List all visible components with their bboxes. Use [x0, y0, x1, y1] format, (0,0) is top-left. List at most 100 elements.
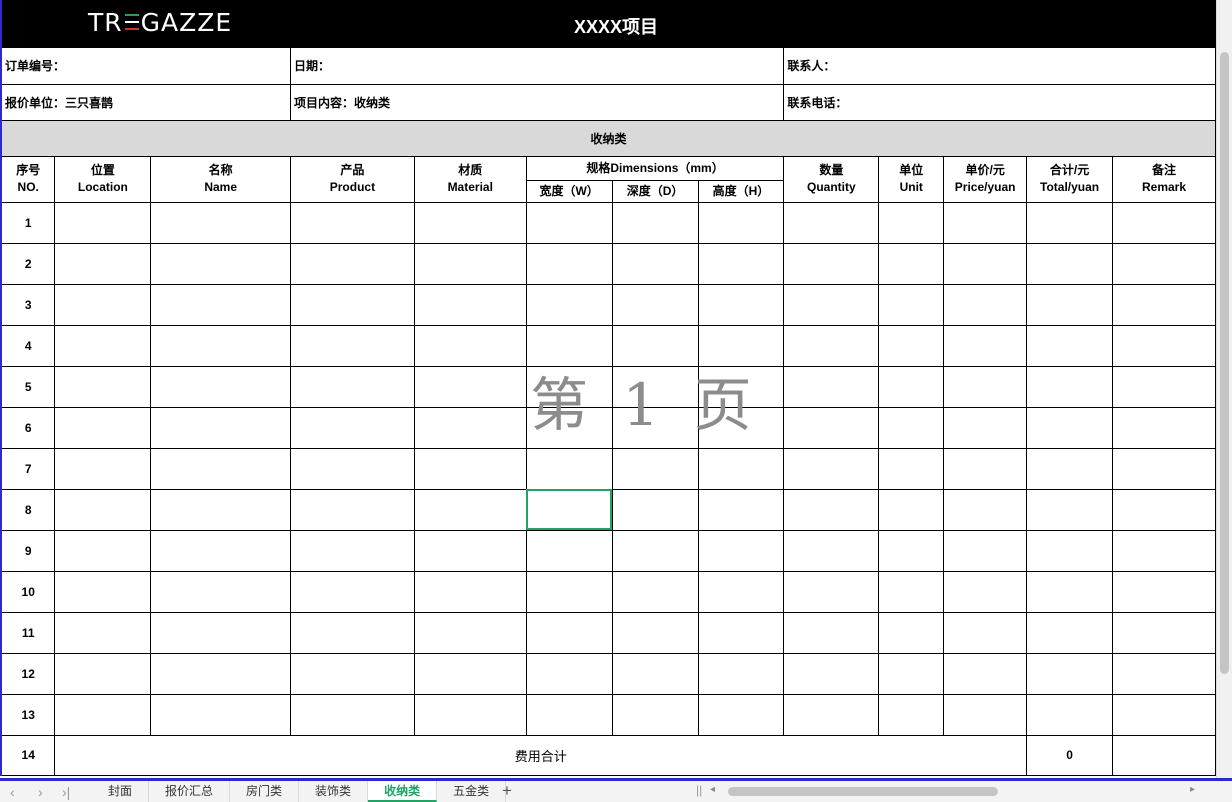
data-cell[interactable]	[611, 447, 699, 490]
vertical-scrollbar[interactable]	[1216, 0, 1232, 778]
data-cell[interactable]	[525, 652, 613, 695]
table-body[interactable]: 1 2 3 4 5 6 7 8 9 10 11 12 13	[0, 201, 1216, 736]
data-cell[interactable]	[697, 201, 785, 244]
date-cell[interactable]: 日期：	[290, 48, 785, 85]
order-no-cell[interactable]: 订单编号：	[0, 48, 292, 85]
data-cell[interactable]	[413, 529, 527, 572]
data-cell[interactable]	[783, 365, 880, 408]
data-cell[interactable]	[54, 488, 152, 531]
data-cell[interactable]	[150, 652, 292, 695]
data-cell[interactable]	[943, 529, 1028, 572]
data-cell[interactable]	[611, 570, 699, 613]
data-cell[interactable]	[413, 201, 527, 244]
data-cell[interactable]	[290, 447, 415, 490]
row-number-cell[interactable]: 11	[0, 611, 56, 654]
row-number-cell[interactable]: 7	[0, 447, 56, 490]
data-cell[interactable]	[525, 283, 613, 326]
data-cell[interactable]	[290, 406, 415, 449]
data-cell[interactable]	[290, 365, 415, 408]
data-cell[interactable]	[1112, 570, 1216, 613]
data-cell[interactable]	[1112, 529, 1216, 572]
data-cell[interactable]	[611, 365, 699, 408]
data-cell[interactable]	[878, 693, 945, 736]
data-cell[interactable]	[1112, 611, 1216, 654]
data-cell[interactable]	[1112, 488, 1216, 531]
data-cell[interactable]	[150, 570, 292, 613]
data-cell[interactable]	[413, 324, 527, 367]
data-cell[interactable]	[783, 201, 880, 244]
data-cell[interactable]	[1026, 406, 1114, 449]
data-cell[interactable]	[1026, 324, 1114, 367]
data-cell[interactable]	[1026, 283, 1114, 326]
data-cell[interactable]	[783, 242, 880, 285]
data-cell[interactable]	[150, 406, 292, 449]
project-content-cell[interactable]: 项目内容：收纳类	[290, 83, 785, 121]
horizontal-scroll-thumb[interactable]	[728, 787, 998, 796]
total-value[interactable]: 0	[1026, 734, 1114, 776]
table-row[interactable]: 13	[0, 693, 1216, 736]
data-cell[interactable]	[1026, 611, 1114, 654]
data-cell[interactable]	[54, 324, 152, 367]
data-cell[interactable]	[150, 488, 292, 531]
data-cell[interactable]	[290, 201, 415, 244]
data-cell[interactable]	[878, 529, 945, 572]
header-dimensions[interactable]: 规格Dimensions（mm）	[525, 155, 785, 181]
data-cell[interactable]	[697, 652, 785, 695]
table-row[interactable]: 7	[0, 447, 1216, 490]
data-cell[interactable]	[1112, 242, 1216, 285]
header-width[interactable]: 宽度（W）	[525, 179, 613, 203]
data-cell[interactable]	[413, 488, 527, 531]
data-cell[interactable]	[943, 652, 1028, 695]
data-cell[interactable]	[783, 529, 880, 572]
data-cell[interactable]	[611, 652, 699, 695]
data-cell[interactable]	[783, 406, 880, 449]
data-cell[interactable]	[697, 693, 785, 736]
data-cell[interactable]	[943, 447, 1028, 490]
header-price[interactable]: 单价/元 Price/yuan	[943, 155, 1028, 203]
data-cell[interactable]	[878, 242, 945, 285]
data-cell[interactable]	[611, 406, 699, 449]
data-cell[interactable]	[150, 201, 292, 244]
data-cell[interactable]	[150, 242, 292, 285]
data-cell[interactable]	[54, 652, 152, 695]
data-cell[interactable]	[54, 406, 152, 449]
header-unit[interactable]: 单位 Unit	[878, 155, 945, 203]
data-cell[interactable]	[54, 447, 152, 490]
header-product[interactable]: 产品 Product	[290, 155, 415, 203]
data-cell[interactable]	[1112, 406, 1216, 449]
data-cell[interactable]	[413, 365, 527, 408]
data-cell[interactable]	[783, 693, 880, 736]
table-row[interactable]: 2	[0, 242, 1216, 285]
first-sheet-icon[interactable]: ‹	[10, 784, 15, 800]
data-cell[interactable]	[697, 488, 785, 531]
data-cell[interactable]	[697, 242, 785, 285]
data-cell[interactable]	[611, 529, 699, 572]
header-total[interactable]: 合计/元 Total/yuan	[1026, 155, 1114, 203]
data-cell[interactable]	[1112, 324, 1216, 367]
scroll-left-icon[interactable]: ◂	[710, 784, 715, 795]
header-height[interactable]: 高度（H）	[697, 179, 785, 203]
row-number-cell[interactable]: 4	[0, 324, 56, 367]
row-number-cell[interactable]: 10	[0, 570, 56, 613]
sheet-tab[interactable]: 房门类	[230, 781, 300, 802]
data-cell[interactable]	[54, 242, 152, 285]
data-cell[interactable]	[150, 693, 292, 736]
data-cell[interactable]	[290, 488, 415, 531]
data-cell[interactable]	[697, 611, 785, 654]
data-cell[interactable]	[878, 365, 945, 408]
header-material[interactable]: 材质 Material	[413, 155, 527, 203]
data-cell[interactable]	[1112, 365, 1216, 408]
data-cell[interactable]	[1112, 652, 1216, 695]
data-cell[interactable]	[943, 611, 1028, 654]
data-cell[interactable]	[611, 693, 699, 736]
table-row[interactable]: 11	[0, 611, 1216, 654]
data-cell[interactable]	[525, 365, 613, 408]
data-cell[interactable]	[54, 201, 152, 244]
data-cell[interactable]	[611, 201, 699, 244]
total-remark-cell[interactable]	[1112, 734, 1216, 776]
data-cell[interactable]	[525, 406, 613, 449]
next-sheet-icon[interactable]: ›	[38, 784, 43, 800]
last-sheet-icon[interactable]: ›|	[62, 784, 70, 800]
table-row[interactable]: 10	[0, 570, 1216, 613]
data-cell[interactable]	[878, 652, 945, 695]
